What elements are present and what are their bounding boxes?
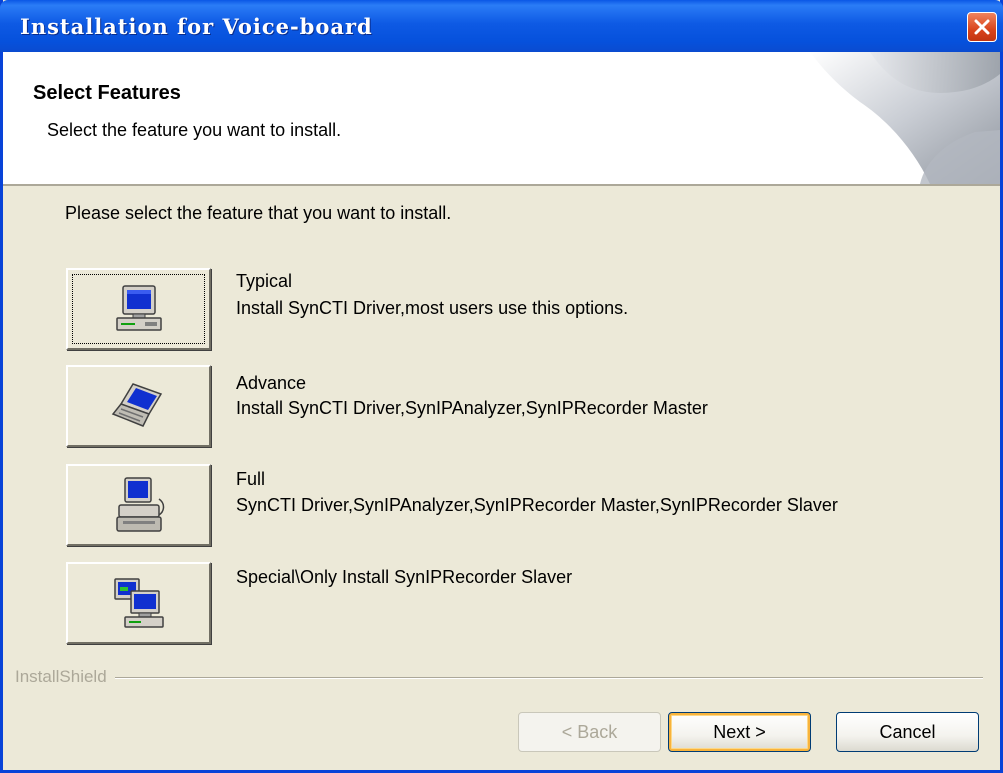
page-curl-graphic <box>810 52 1000 184</box>
networked-computers-icon <box>113 578 164 628</box>
back-button[interactable]: < Back <box>518 712 661 752</box>
advance-option-title: Advance <box>236 373 307 393</box>
page-subtitle: Select the feature you want to install. <box>47 120 342 140</box>
desktop-computer-icon <box>115 285 162 331</box>
divider <box>15 677 983 679</box>
next-button[interactable]: Next > <box>668 712 811 752</box>
full-option-title: Full <box>236 469 266 489</box>
title-bar[interactable]: Installation for Voice-board <box>0 0 1003 52</box>
typical-option-description: Install SynCTI Driver,most users use thi… <box>236 298 629 318</box>
page-title: Select Features <box>33 82 181 104</box>
advance-option-button[interactable] <box>66 365 211 447</box>
typical-option-button[interactable] <box>66 268 211 350</box>
full-option-description: SynCTI Driver,SynIPAnalyzer,SynIPRecorde… <box>236 495 838 515</box>
advance-option-description: Install SynCTI Driver,SynIPAnalyzer,SynI… <box>236 398 708 418</box>
installshield-branding: InstallShield <box>3 667 1000 687</box>
close-icon <box>974 19 990 35</box>
special-option-button[interactable] <box>66 562 211 644</box>
installshield-label: InstallShield <box>15 667 115 687</box>
cancel-button[interactable]: Cancel <box>836 712 979 752</box>
header-panel: Select Features Select the feature you w… <box>3 52 1000 186</box>
special-option-title: Special\Only Install SynIPRecorder Slave… <box>236 567 573 587</box>
window-title: Installation for Voice-board <box>20 14 373 39</box>
laptop-icon <box>111 383 162 427</box>
installer-window: Installation for Voice-board Select Feat… <box>0 0 1003 773</box>
close-button[interactable] <box>967 12 997 42</box>
computer-with-printer-icon <box>115 477 164 532</box>
typical-option-title: Typical <box>236 271 293 291</box>
full-option-button[interactable] <box>66 464 211 546</box>
intro-text: Please select the feature that you want … <box>65 203 452 223</box>
